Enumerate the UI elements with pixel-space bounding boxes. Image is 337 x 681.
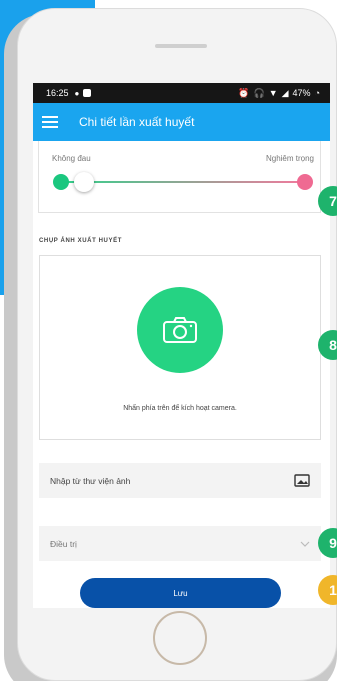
status-time: 16:25 <box>46 88 69 98</box>
treatment-select[interactable]: Điều trị <box>39 526 321 561</box>
signal-icon: ◢ <box>281 87 289 98</box>
pain-slider-track[interactable] <box>62 181 302 183</box>
app-bar: Chi tiết lần xuất huyết <box>33 103 330 141</box>
photo-capture-box: Nhấn phía trên để kích hoạt camera. <box>39 255 321 440</box>
camera-icon <box>163 317 197 343</box>
gallery-notification-icon <box>83 89 92 97</box>
camera-button[interactable] <box>137 287 223 373</box>
phone-speaker <box>155 44 207 48</box>
alarm-icon: ⏰ <box>238 87 250 98</box>
status-bar: 16:25 ● ⏰ 🎧 ▼ ◢ 47% ◔ <box>33 83 330 103</box>
battery-icon: ◔ <box>314 88 320 98</box>
notification-icon: ● <box>74 88 80 98</box>
gallery-import-label: Nhập từ thư viện ảnh <box>50 475 131 486</box>
pain-slider-thumb[interactable] <box>74 172 94 192</box>
page-title: Chi tiết lần xuất huyết <box>79 115 195 129</box>
menu-icon[interactable] <box>42 116 58 128</box>
app-screen: 16:25 ● ⏰ 🎧 ▼ ◢ 47% ◔ Chi tiết lần xuất … <box>33 83 330 608</box>
headset-icon: 🎧 <box>253 87 265 98</box>
chevron-down-icon <box>300 541 310 547</box>
gallery-import-button[interactable]: Nhập từ thư viện ảnh <box>39 463 321 498</box>
phone-home-button <box>153 611 207 665</box>
battery-text: 47% <box>292 88 311 98</box>
save-button[interactable]: Lưu <box>80 578 281 608</box>
camera-hint-text: Nhấn phía trên để kích hoạt camera. <box>123 405 237 412</box>
pain-scale-card: Không đau Nghiêm trọng <box>38 141 321 213</box>
pain-slider-start-dot <box>53 174 69 190</box>
image-gallery-icon <box>294 474 310 487</box>
wifi-icon: ▼ <box>268 88 278 98</box>
content-area: Không đau Nghiêm trọng CHỤP ẢNH XUẤT HUY… <box>33 141 330 608</box>
pain-min-label: Không đau <box>52 154 91 163</box>
photo-section-title: CHỤP ẢNH XUẤT HUYẾT <box>39 238 122 244</box>
treatment-placeholder: Điều trị <box>50 538 77 549</box>
pain-slider-end-dot <box>297 174 313 190</box>
pain-max-label: Nghiêm trọng <box>265 154 314 163</box>
